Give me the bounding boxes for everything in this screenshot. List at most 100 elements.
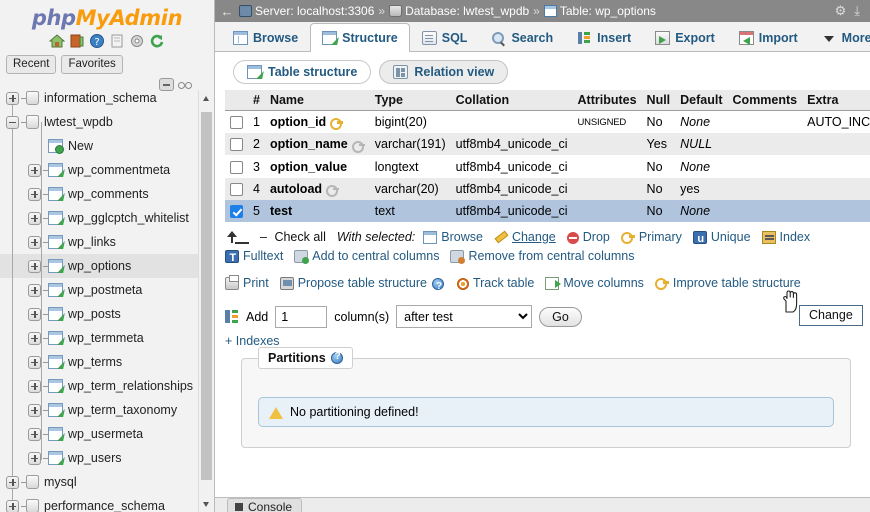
expand-icon[interactable] [28,379,41,393]
tool-print[interactable]: Print [225,274,269,293]
tree-item-information_schema[interactable]: information_schema [0,86,199,110]
help-icon[interactable]: ? [89,33,105,49]
tool-move-columns[interactable]: Move columns [545,274,644,293]
gear-icon[interactable]: ⚙ [835,3,847,19]
tab-export[interactable]: Export [643,23,727,51]
action-primary[interactable]: Primary [620,228,682,247]
action-browse[interactable]: Browse [423,228,483,247]
expand-icon[interactable] [28,283,41,297]
expand-icon[interactable] [28,259,41,273]
action-fulltext[interactable]: Fulltext [225,247,283,268]
add-column-go-button[interactable]: Go [539,306,582,327]
table-row[interactable]: 5 test text utf8mb4_unicode_ci No None [225,199,870,223]
help-icon[interactable] [330,351,343,365]
tree-item-wp_links[interactable]: wp_links [0,230,199,254]
breadcrumb-database[interactable]: Database: lwtest_wpdb [389,4,529,18]
scroll-down-arrow[interactable] [199,496,214,512]
expand-icon[interactable] [28,187,41,201]
scrollbar-thumb[interactable] [201,112,212,480]
expand-icon[interactable] [28,451,41,465]
row-checkbox[interactable] [230,205,243,219]
row-checkbox[interactable] [230,182,243,196]
home-icon[interactable] [48,33,66,49]
expand-icon[interactable] [28,403,41,417]
row-checkbox[interactable] [230,160,243,174]
subtab-relation-view[interactable]: Relation view [379,60,509,84]
table-row[interactable]: 4 autoload varchar(20) utf8mb4_unicode_ci No… [225,177,870,200]
tree-item-wp_termmeta[interactable]: wp_termmeta [0,326,199,350]
expand-icon[interactable] [6,475,19,489]
subtab-table-structure[interactable]: Table structure [233,60,372,84]
settings-icon[interactable] [129,33,145,49]
action-index[interactable]: Index [761,228,810,247]
tab-import[interactable]: Import [727,23,810,51]
docs-icon[interactable] [109,33,125,49]
action-remove-central-columns[interactable]: Remove from central columns [450,247,634,266]
tree-item-wp_users[interactable]: wp_users [0,446,199,470]
tree-item-mysql[interactable]: mysql [0,470,199,494]
row-checkbox[interactable] [230,116,243,130]
table-row[interactable]: 3 option_value longtext utf8mb4_unicode_ci N… [225,155,870,178]
action-change[interactable]: Change [494,228,556,247]
add-column-position-select[interactable]: after test [396,305,533,329]
action-add-central-columns[interactable]: Add to central columns [294,247,439,266]
expand-icon[interactable] [28,307,41,321]
breadcrumb-database-label[interactable]: Database: lwtest_wpdb [405,4,529,18]
add-column-count-input[interactable] [275,305,328,328]
tree-item-wp_gglcptch_whitelist[interactable]: wp_gglcptch_whitelist [0,206,199,230]
expand-icon[interactable] [28,211,41,225]
expand-icon[interactable] [28,235,41,249]
breadcrumb-server[interactable]: Server: localhost:3306 [239,4,374,18]
back-button[interactable]: ← [219,4,235,19]
collapse-icon[interactable] [6,115,19,129]
tab-browse[interactable]: Browse [221,23,310,51]
favorites-tab[interactable]: Favorites [61,55,123,74]
action-drop[interactable]: Drop [566,228,610,247]
console-tab[interactable]: Console [227,498,303,512]
tab-structure[interactable]: Structure [310,23,410,52]
expand-icon[interactable] [6,91,19,105]
tab-search[interactable]: Search [479,23,565,51]
phpmyadmin-logo[interactable]: phpMyAdmin [0,0,214,32]
expand-icon[interactable] [28,427,41,441]
tree-item-wp_options[interactable]: wp_options [0,254,199,278]
tree-item-wp_comments[interactable]: wp_comments [0,182,199,206]
tree-item-wp_posts[interactable]: wp_posts [0,302,199,326]
tree-item-wp_postmeta[interactable]: wp_postmeta [0,278,199,302]
tree-item-wp_usermeta[interactable]: wp_usermeta [0,422,199,446]
breadcrumb-table-label[interactable]: Table: wp_options [560,4,656,18]
tree-item-performance_schema[interactable]: performance_schema [0,494,199,512]
recent-tab[interactable]: Recent [6,55,57,74]
table-row[interactable]: 1 option_id bigint(20) UNSIGNED No None AUTO_I… [225,110,870,134]
tool-track-table[interactable]: Track table [456,274,534,293]
check-all-control[interactable]: – Check all [260,228,326,247]
expand-icon[interactable] [6,499,19,512]
tab-insert[interactable]: Insert [565,23,643,51]
breadcrumb-table[interactable]: Table: wp_options [543,4,656,18]
expand-icon[interactable] [28,163,41,177]
exit-icon[interactable] [69,33,85,49]
tree-item-wp_commentmeta[interactable]: wp_commentmeta [0,158,199,182]
indexes-toggle-link[interactable]: + Indexes [215,328,870,348]
action-unique[interactable]: Unique [692,228,751,249]
expand-icon[interactable] [28,355,41,369]
tree-item-New[interactable]: New [0,134,199,158]
row-checkbox[interactable] [230,138,243,152]
breadcrumb-server-label[interactable]: Server: localhost:3306 [255,4,374,18]
tree-item-lwtest_wpdb[interactable]: lwtest_wpdb [0,110,199,134]
tree-item-wp_term_relationships[interactable]: wp_term_relationships [0,374,199,398]
tree-item-wp_terms[interactable]: wp_terms [0,350,199,374]
collapse-icon[interactable]: ⤓ [854,3,860,19]
tool-improve-table-structure[interactable]: Improve table structure [654,274,801,293]
scroll-up-arrow[interactable] [199,90,214,106]
table-row[interactable]: 2 option_name varchar(191) utf8mb4_unicode_… [225,133,870,156]
tab-more[interactable]: More [810,23,870,51]
expand-icon[interactable] [28,331,41,345]
tree-item-wp_term_taxonomy[interactable]: wp_term_taxonomy [0,398,199,422]
tool-propose-table-structure[interactable]: Propose table structure [279,274,427,293]
tab-sql[interactable]: SQL [410,23,480,51]
sidebar-scrollbar[interactable] [198,90,214,512]
reload-icon[interactable] [149,33,165,49]
help-icon[interactable] [431,277,444,296]
partitions-legend[interactable]: Partitions [258,347,353,370]
